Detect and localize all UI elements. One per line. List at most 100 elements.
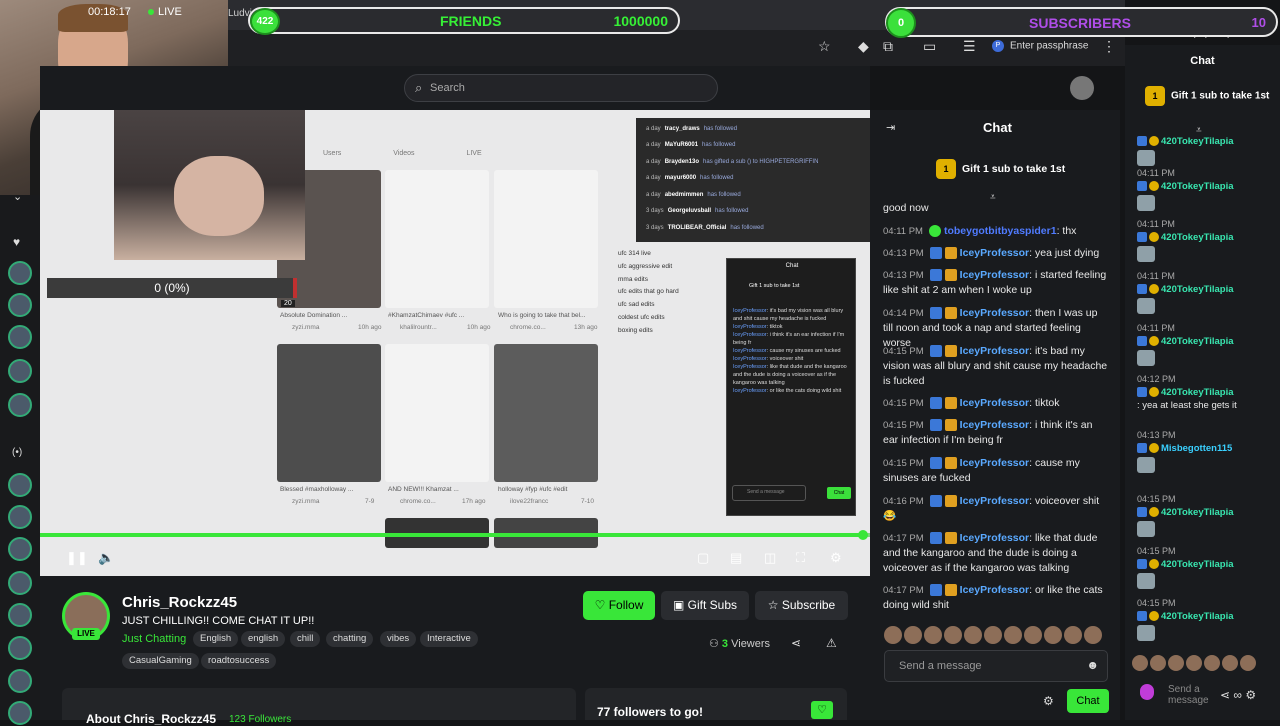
- settings-gear-icon[interactable]: ⚙: [830, 550, 842, 566]
- channel-avatar[interactable]: [8, 473, 32, 497]
- message-username[interactable]: 420TokeyTilapia: [1161, 387, 1234, 398]
- channel-avatar[interactable]: [8, 603, 32, 627]
- popout-gift-banner[interactable]: 1 Gift 1 sub to take 1st: [1145, 86, 1275, 106]
- emote[interactable]: [1204, 655, 1220, 671]
- emote[interactable]: [1186, 655, 1202, 671]
- message-username[interactable]: IceyProfessor: [960, 495, 1029, 507]
- channel-avatar[interactable]: [8, 261, 32, 285]
- volume-icon[interactable]: 🔈: [98, 550, 114, 566]
- bookmark-star-icon[interactable]: ☆: [818, 38, 831, 55]
- channel-avatar[interactable]: [8, 505, 32, 529]
- message-username[interactable]: IceyProfessor: [960, 419, 1029, 431]
- pip-icon[interactable]: ◫: [764, 550, 776, 566]
- message-username[interactable]: IceyProfessor: [960, 584, 1029, 596]
- emote[interactable]: [884, 626, 902, 644]
- heart-icon[interactable]: ♡: [811, 701, 833, 719]
- emote[interactable]: [1044, 626, 1062, 644]
- stream-tag[interactable]: Interactive: [420, 631, 478, 647]
- message-username[interactable]: tobeygotbitbyaspider1: [944, 225, 1057, 237]
- channel-avatar[interactable]: [8, 393, 32, 417]
- message-username[interactable]: 420TokeyTilapia: [1161, 232, 1234, 243]
- report-icon[interactable]: ⚠: [826, 636, 837, 650]
- message-username[interactable]: 420TokeyTilapia: [1161, 284, 1234, 295]
- message-username[interactable]: IceyProfessor: [960, 307, 1029, 319]
- emote[interactable]: [964, 626, 982, 644]
- extension-icon[interactable]: ◆: [858, 38, 869, 55]
- stream-tag[interactable]: chatting: [326, 631, 374, 647]
- chevron-down-icon[interactable]: ⌄: [13, 190, 22, 203]
- channel-avatar[interactable]: [8, 325, 32, 349]
- follow-button[interactable]: ♡ Follow: [583, 591, 655, 620]
- menu-icon[interactable]: ⋮: [1102, 38, 1116, 55]
- user-avatar[interactable]: [1070, 76, 1094, 100]
- channel-avatar[interactable]: [8, 293, 32, 317]
- channel-avatar[interactable]: [8, 359, 32, 383]
- emote[interactable]: [1024, 626, 1042, 644]
- emote[interactable]: [944, 626, 962, 644]
- message-username[interactable]: IceyProfessor: [960, 247, 1029, 259]
- streamer-name[interactable]: Chris_Rockzz45: [122, 594, 237, 611]
- chat-send-button[interactable]: Chat: [1067, 689, 1109, 713]
- emote[interactable]: [1004, 626, 1022, 644]
- emote[interactable]: [1222, 655, 1238, 671]
- channel-avatar[interactable]: [8, 636, 32, 660]
- stream-tag[interactable]: CasualGaming: [122, 653, 199, 669]
- emote[interactable]: [1150, 655, 1166, 671]
- heart-icon[interactable]: ♥: [13, 235, 20, 249]
- emote[interactable]: [1168, 655, 1184, 671]
- message-username[interactable]: 420TokeyTilapia: [1161, 507, 1234, 518]
- share-icon[interactable]: ⋖: [791, 636, 801, 650]
- message-username[interactable]: IceyProfessor: [960, 457, 1029, 469]
- emote[interactable]: [924, 626, 942, 644]
- stream-category[interactable]: Just Chatting: [122, 633, 186, 645]
- message-username[interactable]: 420TokeyTilapia: [1161, 336, 1234, 347]
- gift-banner-text: Gift 1 sub to take 1st: [962, 162, 1066, 175]
- emote[interactable]: [904, 626, 922, 644]
- chat-settings-icon[interactable]: ⚙: [1043, 694, 1054, 708]
- emote[interactable]: [1132, 655, 1148, 671]
- stream-tag[interactable]: roadtosuccess: [201, 653, 277, 669]
- stream-tag[interactable]: vibes: [380, 631, 417, 647]
- channel-avatar[interactable]: [8, 701, 32, 725]
- subscribe-button[interactable]: ☆ Subscribe: [755, 591, 848, 620]
- stream-tag[interactable]: chill: [290, 631, 321, 647]
- chat-input[interactable]: Send a message ☻: [884, 650, 1108, 682]
- settings-gear-icon[interactable]: ⚙: [1245, 688, 1256, 702]
- puzzle-icon[interactable]: ⧉: [883, 38, 893, 55]
- playback-handle[interactable]: [858, 530, 868, 540]
- emote[interactable]: [1240, 655, 1256, 671]
- message-username[interactable]: 420TokeyTilapia: [1161, 559, 1234, 570]
- infinity-icon[interactable]: ∞: [1233, 688, 1242, 702]
- popout-send-placeholder[interactable]: Send a message: [1168, 684, 1218, 706]
- gift-subs-button[interactable]: ▣ Gift Subs: [661, 591, 749, 620]
- emote[interactable]: [1064, 626, 1082, 644]
- channel-avatar[interactable]: [8, 537, 32, 561]
- fullscreen-icon[interactable]: ⛶: [796, 550, 805, 566]
- stream-tag[interactable]: English: [193, 631, 239, 647]
- theater-icon[interactable]: ▢: [697, 550, 709, 566]
- pause-icon[interactable]: ❚❚: [66, 550, 88, 566]
- emoji-icon[interactable]: ☻: [1086, 658, 1099, 672]
- cast-icon[interactable]: ▭: [923, 38, 936, 55]
- passphrase-label: Enter passphrase: [1010, 40, 1089, 52]
- message-username[interactable]: Misbegotten115: [1161, 443, 1232, 454]
- clip-icon[interactable]: ▤: [730, 550, 742, 566]
- message-username[interactable]: 420TokeyTilapia: [1161, 181, 1234, 192]
- channel-avatar[interactable]: [8, 669, 32, 693]
- reading-list-icon[interactable]: ☰: [963, 38, 976, 55]
- message-username[interactable]: IceyProfessor: [960, 397, 1029, 409]
- search-input[interactable]: ⌕ Search: [404, 74, 718, 102]
- mic-icon[interactable]: [1140, 684, 1154, 700]
- channel-avatar[interactable]: [8, 571, 32, 595]
- message-username[interactable]: IceyProfessor: [960, 269, 1029, 281]
- emote[interactable]: [984, 626, 1002, 644]
- share-icon[interactable]: ⋖: [1220, 688, 1230, 702]
- stream-tag[interactable]: english: [241, 631, 286, 647]
- gift-sub-banner[interactable]: 1 Gift 1 sub to take 1st: [936, 159, 1065, 179]
- emote[interactable]: [1084, 626, 1102, 644]
- password-manager[interactable]: P Enter passphrase: [992, 40, 1088, 56]
- message-username[interactable]: IceyProfessor: [960, 532, 1029, 544]
- message-username[interactable]: 420TokeyTilapia: [1161, 611, 1234, 622]
- message-username[interactable]: IceyProfessor: [960, 345, 1029, 357]
- message-username[interactable]: 420TokeyTilapia: [1161, 136, 1234, 147]
